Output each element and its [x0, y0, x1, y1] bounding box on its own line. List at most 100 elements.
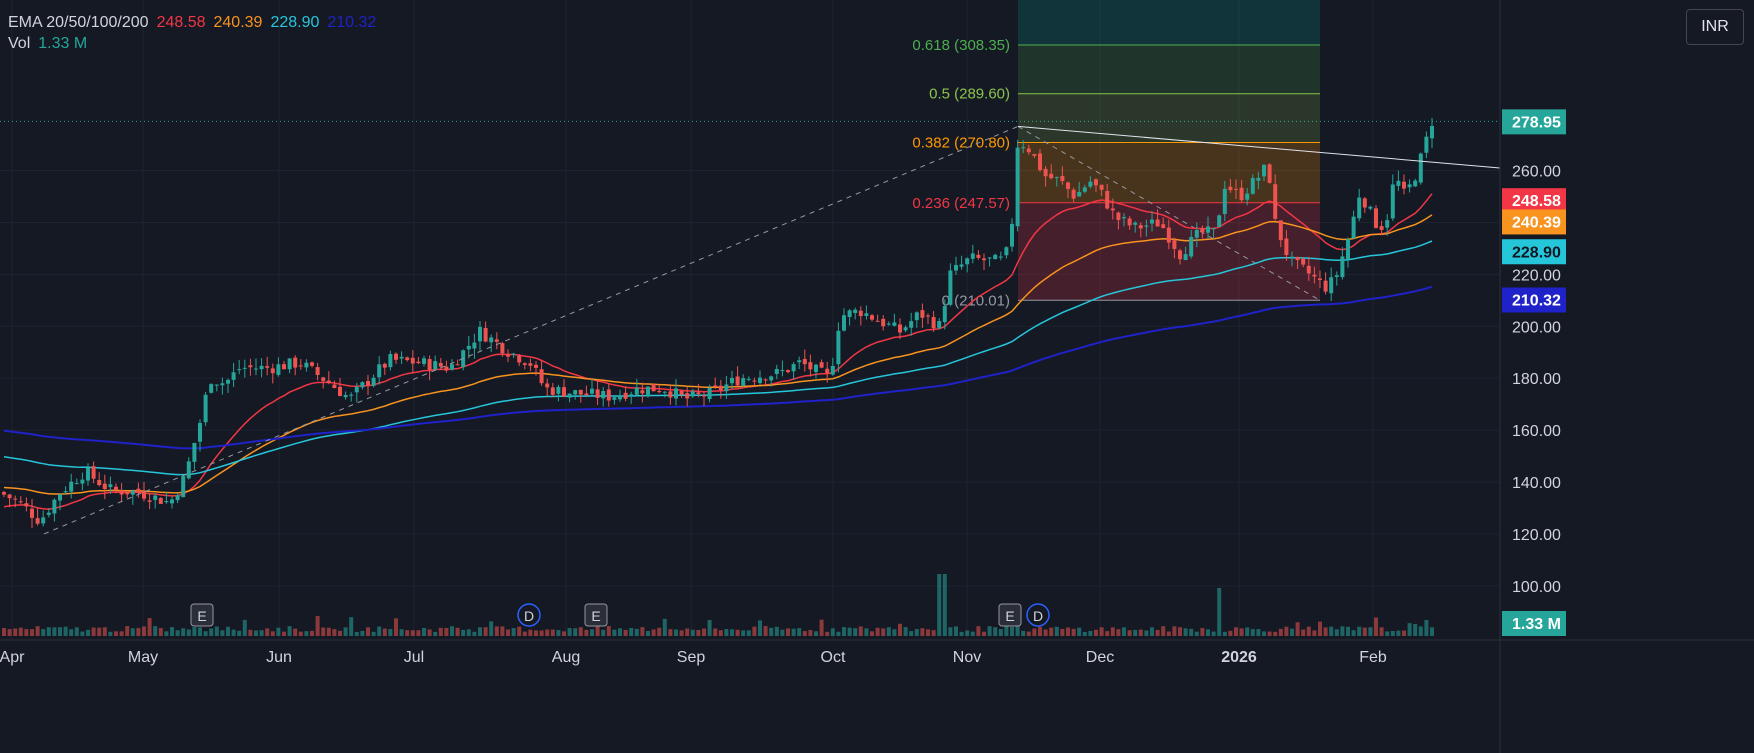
candle-body [674, 388, 678, 399]
candle-body [226, 379, 230, 384]
candle-body [758, 377, 762, 383]
event-markers[interactable]: EDEED [190, 603, 1050, 627]
candle-body [282, 364, 286, 370]
volume-bar [410, 630, 415, 636]
volume-bar [209, 628, 214, 636]
volume-bar [976, 626, 981, 636]
candle-body [948, 270, 953, 305]
volume-bar [1071, 628, 1076, 636]
candle-body [186, 461, 191, 479]
volume-bar [310, 630, 314, 636]
chart-canvas[interactable]: 0.618 (308.35) 0.5 (289.60) 0.382 (270.80)… [0, 0, 1754, 753]
volume-bar [825, 631, 830, 636]
candle-body [433, 361, 438, 370]
volume-bar [1161, 626, 1166, 636]
candle-body [203, 394, 208, 423]
candle-body [1402, 181, 1406, 189]
ema50-value: 240.39 [213, 14, 263, 31]
candle-body [276, 364, 281, 375]
volume-bar [1155, 629, 1160, 636]
candle-body [360, 382, 365, 388]
candle-body [1312, 274, 1317, 277]
volume-bar [226, 626, 230, 636]
volume-bar [1413, 623, 1418, 636]
ema100-value: 228.90 [270, 14, 320, 31]
time-tick-label: Aug [552, 649, 580, 666]
volume-bar [522, 631, 527, 636]
candle-body [1194, 229, 1199, 238]
time-axis[interactable]: Apr May Jun Jul Aug Sep Oct Nov Dec 2026 Feb [0, 639, 1754, 666]
volume-bar [696, 629, 701, 636]
volume-bar [998, 629, 1003, 636]
volume-bar [7, 629, 12, 636]
volume-bar [382, 628, 387, 636]
candle-body [746, 378, 751, 380]
candle-body [1060, 175, 1065, 182]
volume-legend-value: 1.33 M [38, 35, 88, 52]
candle-body [102, 483, 107, 489]
candle-body [1150, 219, 1154, 224]
candle-body [998, 256, 1003, 258]
candle-body [763, 379, 768, 381]
candle-body [937, 321, 942, 328]
candle-body [1396, 180, 1401, 186]
marker-letter: D [1033, 608, 1043, 624]
volume-bar [1166, 631, 1171, 636]
candle-body [858, 310, 863, 317]
candle-body [506, 354, 510, 357]
candle-body [724, 384, 729, 392]
candle-body [920, 310, 925, 318]
volume-bar [1183, 628, 1188, 636]
candle-body [214, 384, 219, 386]
fib-zone-top [1018, 0, 1320, 46]
candle-body [142, 491, 146, 499]
candle-body [1379, 226, 1384, 230]
volume-bar [259, 630, 264, 636]
volume-bar [1245, 627, 1250, 636]
volume-bar [231, 629, 236, 636]
time-tick-label: Jun [266, 649, 292, 666]
volume-bar [814, 631, 818, 636]
volume-bar [2, 628, 6, 636]
volume-bar [86, 629, 90, 636]
volume-bar [494, 626, 499, 636]
candle-body [422, 358, 426, 364]
volume-bar [674, 629, 678, 636]
volume-bar [35, 626, 40, 636]
candle-body [1021, 147, 1026, 149]
fib-level-label: 0.5 (289.60) [929, 86, 1010, 103]
candle-body [41, 517, 46, 524]
currency-button[interactable]: INR [1686, 9, 1744, 45]
volume-bar [606, 626, 611, 636]
volume-bar [858, 626, 863, 636]
candle-body [1273, 184, 1278, 219]
volume-bar [892, 629, 897, 636]
candle-body [640, 390, 645, 394]
candle-body [909, 321, 914, 328]
volume-bar [136, 628, 141, 636]
price-tick-label: 140.00 [1512, 475, 1561, 492]
candle-body [1026, 148, 1031, 153]
volume-bar [1172, 626, 1177, 636]
fib-level-label: 0.382 (270.80) [912, 135, 1010, 152]
volume-bar [517, 626, 522, 636]
volume-bar [254, 630, 258, 636]
candle-body [550, 387, 555, 395]
candle-body [1413, 180, 1418, 187]
candle-body [321, 377, 326, 381]
candle-body [1144, 225, 1149, 227]
candle-body [125, 492, 130, 495]
volume-bar [1021, 630, 1026, 636]
candle-body [130, 490, 135, 495]
volume-bar [1234, 627, 1238, 636]
candle-body [965, 258, 970, 265]
candle-body [405, 357, 410, 361]
candle-body [1122, 217, 1126, 219]
candle-body [1094, 179, 1098, 186]
volume-bar [942, 574, 947, 636]
volume-bar [780, 629, 785, 636]
price-tick-label: 260.00 [1512, 164, 1561, 181]
volume-bar [18, 627, 23, 636]
ema20-price-label-text: 248.58 [1512, 193, 1561, 210]
volume-bar [545, 629, 550, 636]
